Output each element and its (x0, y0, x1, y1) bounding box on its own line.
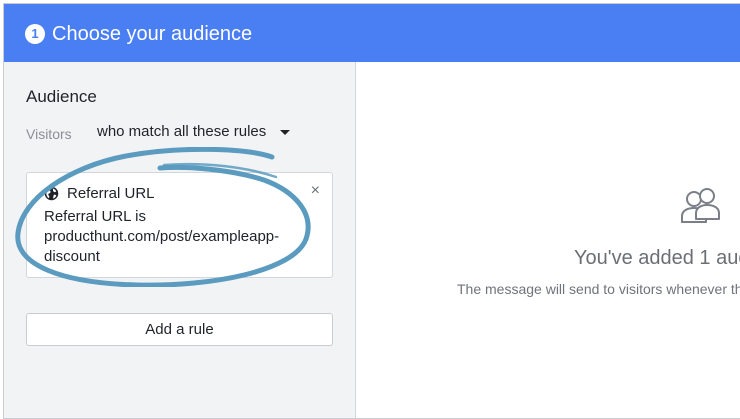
match-mode-dropdown[interactable]: who match all these rules (97, 123, 291, 140)
step-title: Choose your audience (52, 23, 253, 45)
caret-down-icon (280, 129, 291, 135)
audience-heading: Audience (26, 87, 97, 106)
step-header: 1 Choose your audience (4, 4, 740, 62)
match-mode-value: who match all these rules (97, 123, 267, 140)
visitors-label: Visitors (26, 126, 72, 142)
add-rule-button[interactable]: Add a rule (26, 313, 333, 346)
rules-sidebar: Audience Visitors who match all these ru… (4, 62, 356, 418)
rule-title: Referral URL (67, 185, 155, 202)
rule-description: Referral URL is producthunt.com/post/exa… (44, 208, 280, 265)
audience-summary: You've added 1 audience rule The message… (356, 62, 740, 418)
empty-state-title: You've added 1 audience rule (574, 247, 740, 269)
users-icon (681, 188, 720, 223)
audience-panel: 1 Choose your audience Audience Visitors… (3, 3, 740, 419)
empty-state-description: The message will send to visitors whenev… (457, 281, 740, 297)
globe-icon (44, 186, 59, 201)
rule-card[interactable]: Referral URL × Referral URL is producthu… (26, 172, 333, 278)
remove-rule-icon[interactable]: × (311, 182, 320, 200)
step-number-badge: 1 (25, 24, 45, 44)
